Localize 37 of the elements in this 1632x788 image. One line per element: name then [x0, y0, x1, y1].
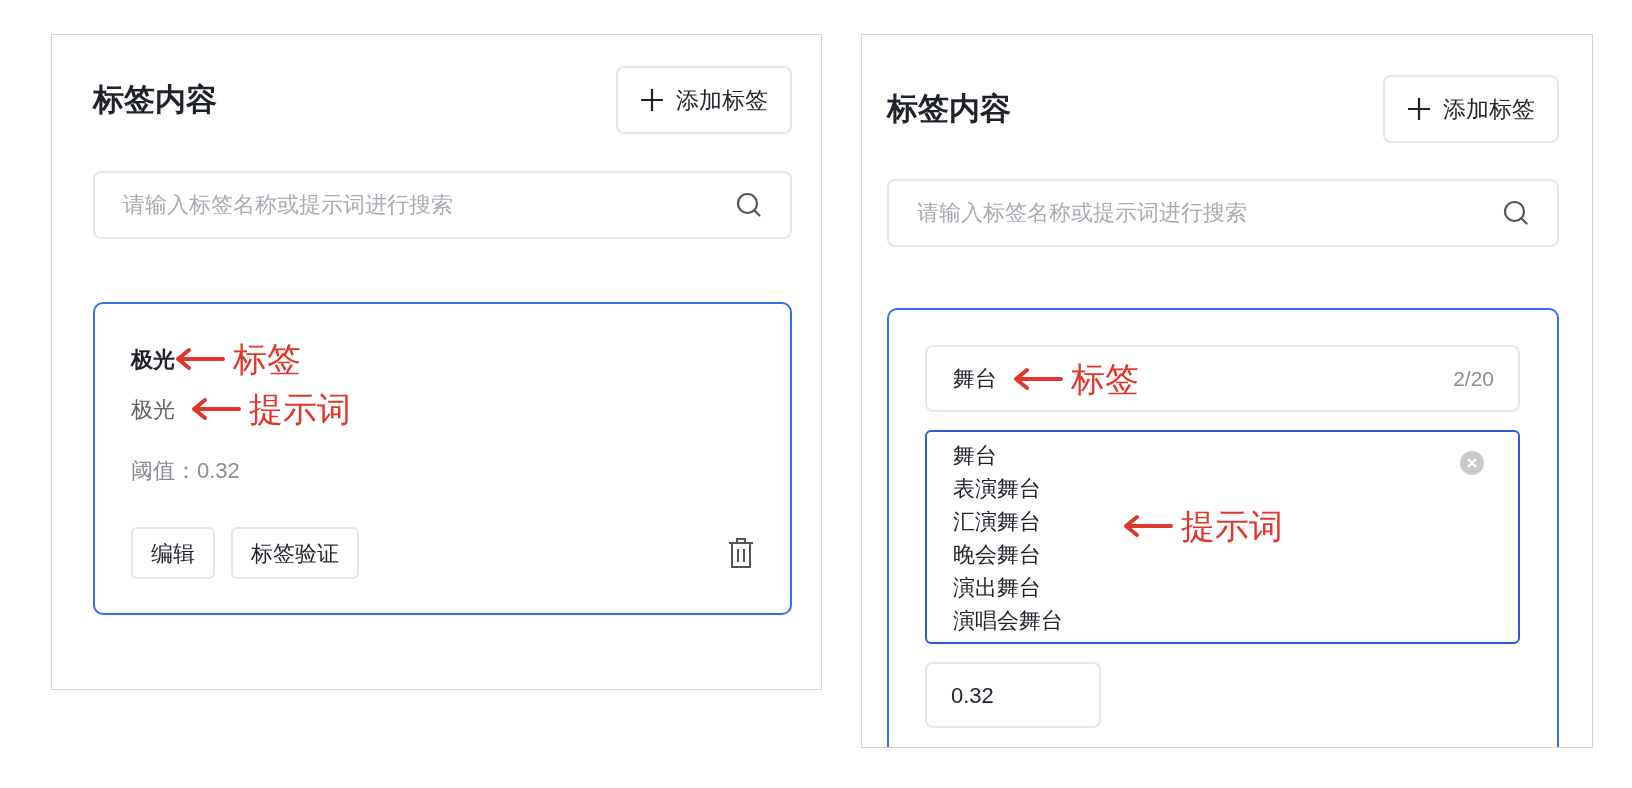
prompt-line: 演出舞台 — [953, 574, 1042, 602]
plus-icon — [1407, 97, 1431, 121]
annotation-arrow — [1013, 366, 1063, 391]
annotation-arrow — [191, 397, 241, 421]
panel-title: 标签内容 — [93, 80, 217, 119]
annotation-label: 标签 — [233, 342, 301, 376]
annotation-arrow — [175, 347, 225, 371]
add-tag-button[interactable]: 添加标签 — [1383, 75, 1559, 143]
action-button[interactable]: 标签验证 — [231, 527, 359, 579]
search-icon[interactable] — [1503, 200, 1529, 226]
field-value: 舞台 — [953, 365, 997, 393]
tag-card[interactable]: 舞台 标签 2/20 舞台 表演舞台 汇演舞台 晚会舞台 演出舞台 演唱会舞台 提示词 0.32 — [887, 308, 1559, 747]
search-field[interactable]: 请输入标签名称或提示词进行搜索 — [887, 179, 1559, 247]
annotation-label: 提示词 — [1181, 509, 1283, 543]
search-icon[interactable] — [736, 192, 762, 218]
prompt-line: 舞台 — [953, 442, 998, 470]
character-counter: 2/20 — [1453, 365, 1494, 392]
panel-title: 标签内容 — [887, 89, 1011, 128]
search-field[interactable]: 请输入标签名称或提示词进行搜索 — [93, 171, 792, 239]
prompt-field[interactable]: 舞台 表演舞台 汇演舞台 晚会舞台 演出舞台 演唱会舞台 提示词 — [925, 430, 1520, 644]
prompt-line: 晚会舞台 — [953, 541, 1042, 569]
tag-name-field[interactable]: 舞台 标签 2/20 — [925, 345, 1520, 412]
prompt-line: 表演舞台 — [953, 475, 1042, 503]
threshold-text: 阈值：0.32 — [131, 457, 240, 485]
threshold-field[interactable]: 0.32 — [925, 662, 1101, 728]
plus-icon — [640, 88, 664, 112]
annotation-label: 标签 — [1071, 361, 1139, 396]
prompt-line: 汇演舞台 — [953, 508, 1042, 536]
trash-icon[interactable] — [728, 538, 754, 568]
annotation-arrow — [1123, 514, 1173, 538]
tag-card[interactable]: 极光 标签 极光 提示词 阈值：0.32 编辑 标签验证 — [93, 302, 792, 615]
prompt-text: 极光 — [131, 395, 175, 424]
tag-name: 极光 — [131, 345, 175, 374]
annotation-label: 提示词 — [249, 392, 351, 426]
action-button[interactable]: 编辑 — [131, 527, 215, 579]
prompt-line: 演唱会舞台 — [953, 607, 1063, 635]
add-tag-button[interactable]: 添加标签 — [616, 66, 792, 134]
